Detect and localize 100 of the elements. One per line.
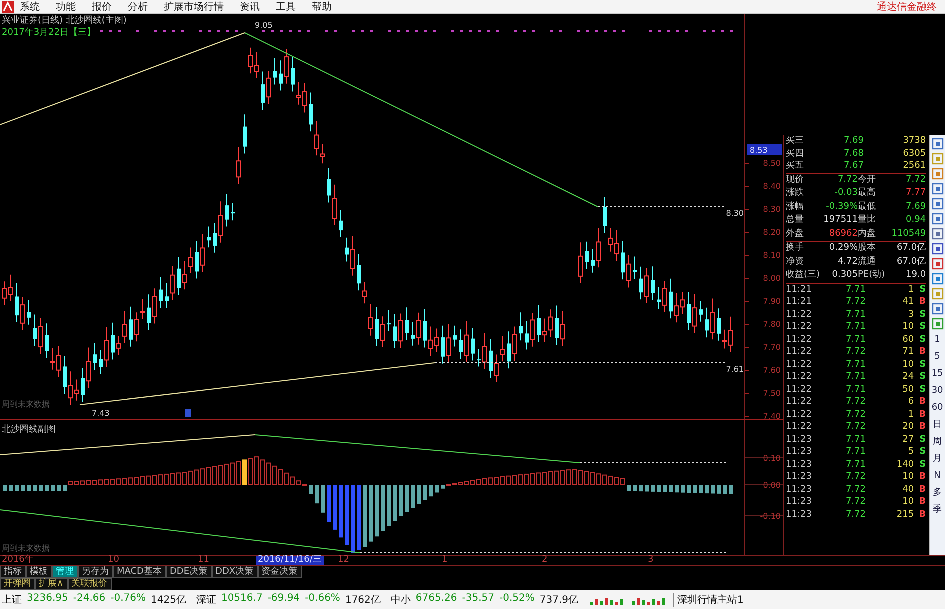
tick-price: 7.71 — [844, 446, 866, 458]
marker-icon — [185, 409, 191, 417]
tick-volume: 71 — [902, 346, 914, 358]
tick-volume: 1 — [907, 408, 914, 421]
quote-value: -0.03 — [834, 187, 858, 200]
toolbar-icon[interactable] — [932, 258, 944, 270]
tick-time: 11:23 — [786, 471, 813, 484]
quote-label: 买五 — [786, 160, 805, 172]
menu-item[interactable]: 工具 — [276, 0, 296, 14]
tab[interactable]: 资金决策 — [258, 566, 302, 578]
tick-time: 11:23 — [786, 508, 813, 521]
quote-label: 净资 — [786, 256, 805, 268]
quote-label: 涨跌 — [786, 187, 805, 200]
tab[interactable]: DDE决策 — [166, 566, 212, 578]
date-label: 10 — [108, 556, 120, 565]
quote-volume: 2561 — [902, 160, 926, 172]
tick-side: S — [918, 384, 926, 396]
tick-side: S — [918, 334, 926, 346]
toolbar-icon[interactable] — [932, 138, 944, 150]
quote-label: 量比 — [858, 214, 877, 226]
tick-time: 11:23 — [786, 434, 813, 446]
period-button[interactable]: 季 — [933, 503, 942, 517]
menu-item[interactable]: 帮助 — [312, 0, 332, 14]
tick-price: 7.71 — [844, 334, 866, 346]
tab-button[interactable]: 开弹圈 — [0, 578, 35, 590]
tab[interactable]: DDX决策 — [212, 566, 258, 578]
toolbar-icon[interactable] — [932, 318, 944, 330]
period-button[interactable]: 多 — [933, 486, 942, 500]
tick-side: S — [918, 284, 926, 296]
index-value: 3236.95 — [27, 592, 68, 606]
price-label: 7.43 — [92, 409, 110, 418]
toolbar-icon[interactable] — [932, 198, 944, 210]
quote-value: 67.0亿 — [896, 256, 926, 268]
period-button[interactable]: 60 — [932, 401, 944, 415]
menu-item[interactable]: 报价 — [92, 0, 112, 14]
toolbar-icon[interactable] — [932, 168, 944, 180]
quote-value: 110549 — [890, 228, 926, 240]
tick-price: 7.71 — [844, 321, 866, 334]
tick-volume: 60 — [902, 334, 914, 346]
period-button[interactable]: 周 — [933, 435, 942, 449]
toolbar-icon[interactable] — [932, 243, 944, 255]
menu-item[interactable]: 系统 — [20, 0, 40, 14]
tick-time: 11:23 — [786, 496, 813, 508]
quote-label: 流通 — [858, 256, 877, 268]
menu-item[interactable]: 分析 — [128, 0, 148, 14]
period-button[interactable]: 30 — [932, 384, 944, 398]
index-percent: -0.52% — [500, 592, 535, 606]
menu-item[interactable]: 扩展市场行情 — [164, 0, 224, 14]
period-button[interactable]: 1 — [934, 333, 940, 347]
tab-button[interactable]: 关联报价 — [68, 578, 112, 590]
period-button[interactable]: 5 — [934, 350, 940, 364]
tab[interactable]: MACD基本 — [113, 566, 166, 578]
tick-side: S — [918, 358, 926, 371]
tick-time: 11:22 — [786, 358, 813, 371]
axis-label: 7.40 — [763, 412, 781, 421]
tick-volume: 41 — [902, 296, 914, 308]
quote-label: 内盘 — [858, 228, 877, 240]
menu-item[interactable]: 资讯 — [240, 0, 260, 14]
quote-value: 7.77 — [905, 187, 926, 200]
tick-time: 11:22 — [786, 346, 813, 358]
indicator-title: 北沙圈线副图 — [2, 425, 56, 435]
toolbar-icon[interactable] — [932, 183, 944, 195]
tick-price: 7.72 — [844, 496, 866, 508]
tick-side: S — [918, 308, 926, 321]
period-button[interactable]: N — [934, 469, 941, 483]
period-button[interactable]: 月 — [933, 452, 942, 466]
quote-label: 买三 — [786, 135, 805, 148]
tick-volume: 20 — [902, 421, 914, 434]
toolbar-icon[interactable] — [932, 303, 944, 315]
quote-label: 总量 — [786, 214, 805, 226]
tick-volume: 10 — [902, 358, 914, 371]
tick-time: 11:22 — [786, 371, 813, 384]
quote-value: -0.39% — [825, 200, 858, 213]
index-amount: 1762亿 — [345, 594, 381, 606]
tab[interactable]: 管理 — [52, 566, 78, 578]
tick-price: 7.71 — [844, 284, 866, 296]
quote-value: 86962 — [828, 228, 858, 240]
tab[interactable]: 另存为 — [78, 566, 113, 578]
price-label: 9.05 — [255, 21, 273, 30]
axis-label: 8.20 — [763, 228, 781, 237]
axis-label: 7.50 — [763, 389, 781, 398]
quote-value: 197511 — [822, 214, 858, 226]
tick-side: B — [918, 396, 926, 408]
tick-side: B — [918, 421, 926, 434]
tick-side: B — [918, 296, 926, 308]
tab[interactable]: 指标 — [0, 566, 26, 578]
tick-volume: 27 — [902, 434, 914, 446]
menu-item[interactable]: 功能 — [56, 0, 76, 14]
period-button[interactable]: 15 — [932, 367, 944, 381]
toolbar-icon[interactable] — [932, 213, 944, 225]
tab[interactable]: 模板 — [26, 566, 52, 578]
axis-label: -0.10 — [760, 512, 781, 521]
tick-price: 7.72 — [844, 484, 866, 496]
toolbar-icon[interactable] — [932, 228, 944, 240]
date-label: 2 — [542, 556, 548, 565]
period-button[interactable]: 日 — [933, 418, 942, 432]
tab-button[interactable]: 扩展∧ — [35, 578, 68, 590]
tick-volume: 3 — [907, 308, 914, 321]
toolbar-icon[interactable] — [932, 273, 944, 285]
tick-price: 7.72 — [844, 471, 866, 484]
